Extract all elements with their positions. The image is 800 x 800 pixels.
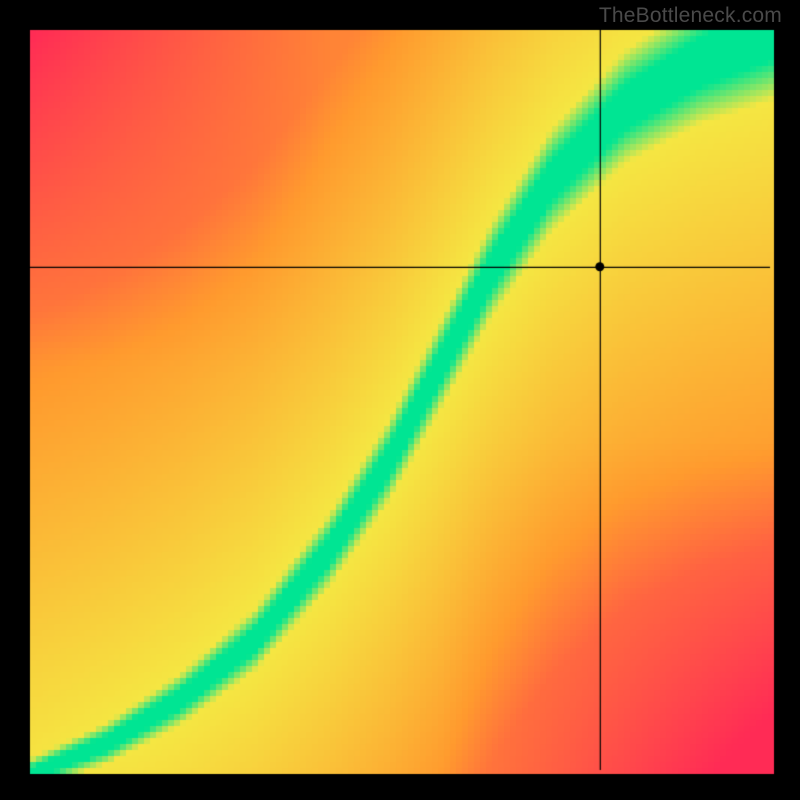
chart-container: TheBottleneck.com [0,0,800,800]
heatmap-canvas [0,0,800,800]
watermark-text: TheBottleneck.com [599,4,782,28]
